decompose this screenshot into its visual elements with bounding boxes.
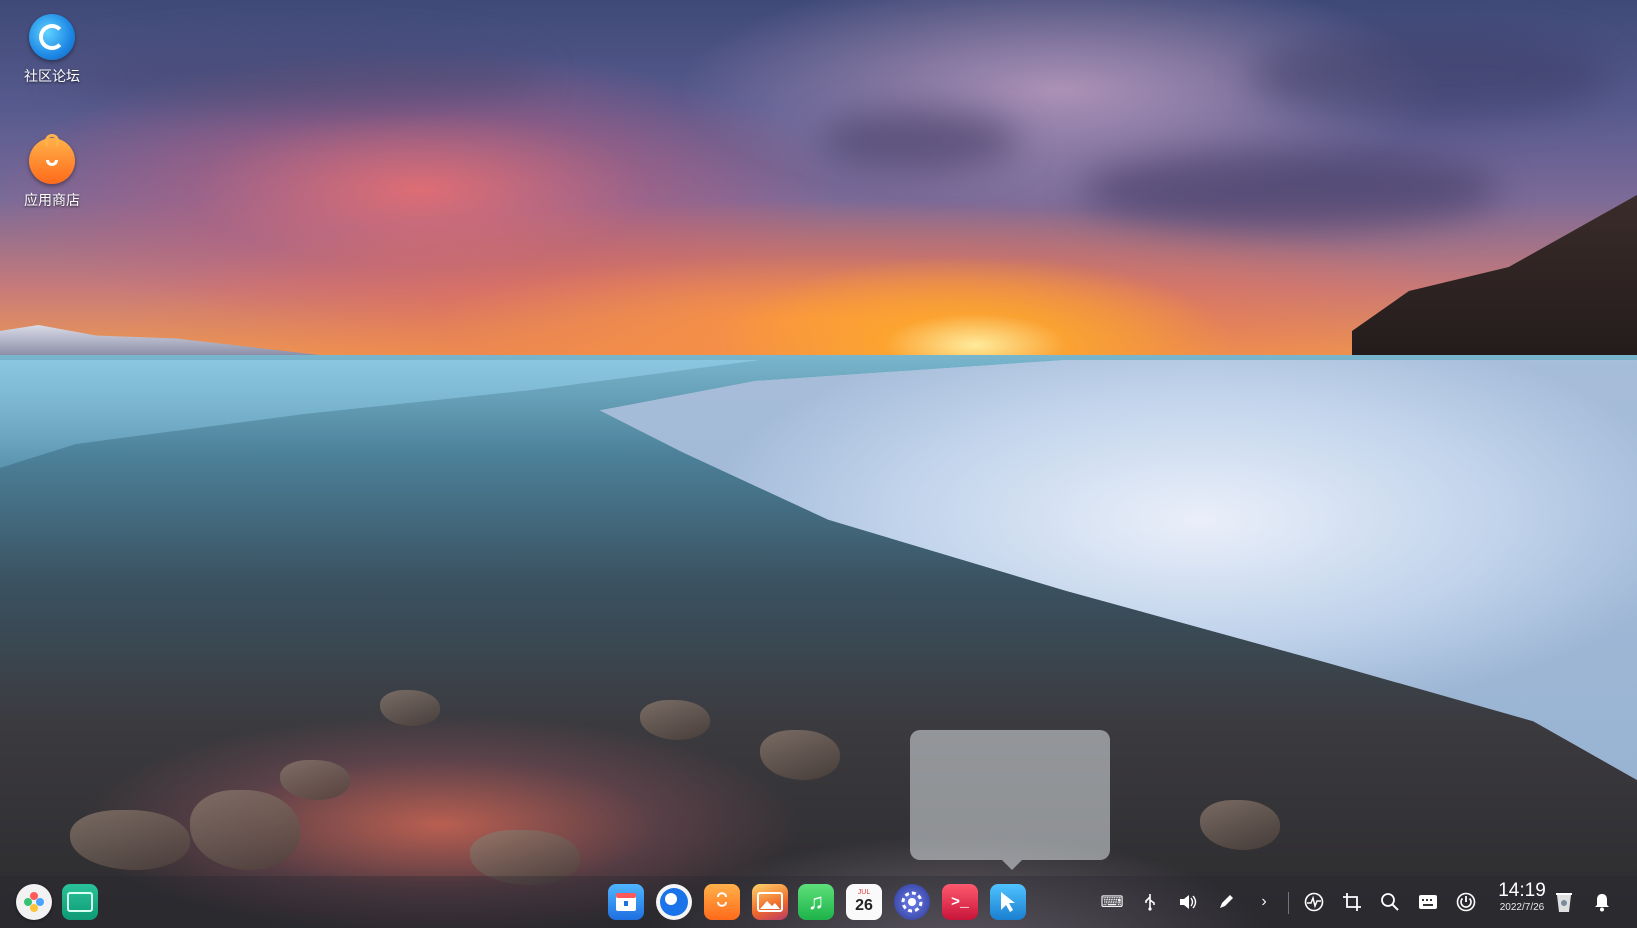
desktop-icon-label: 社区论坛 — [24, 68, 80, 84]
wallpaper-cloud — [1250, 30, 1610, 120]
screenshot-button[interactable] — [1338, 888, 1366, 916]
multitask-icon — [67, 892, 93, 912]
launcher-icon — [24, 892, 44, 912]
wallpaper-cloud — [1080, 150, 1500, 230]
monitor-icon — [1304, 892, 1324, 912]
music-button[interactable]: ♫ — [798, 884, 834, 920]
volume-button[interactable] — [1174, 888, 1202, 916]
terminal-icon: >_ — [950, 893, 969, 911]
app-store-button[interactable] — [704, 884, 740, 920]
desktop-icon-label: 应用商店 — [24, 192, 80, 208]
trash-button[interactable] — [1550, 888, 1578, 916]
keyboard-layout-button[interactable] — [1414, 888, 1442, 916]
desktop-icon-app-store[interactable]: 应用商店 — [7, 134, 97, 210]
file-manager-button[interactable] — [608, 884, 644, 920]
crop-icon — [1343, 893, 1361, 911]
image-viewer-button[interactable] — [752, 884, 788, 920]
search-button[interactable] — [1376, 888, 1404, 916]
search-icon — [1381, 893, 1399, 911]
wallpaper-cloud — [820, 110, 1020, 170]
launcher-button[interactable] — [16, 884, 52, 920]
deepin-forum-icon — [29, 14, 75, 60]
dock-hover-preview — [910, 730, 1110, 870]
file-manager-icon — [616, 893, 636, 911]
browser-icon — [660, 888, 688, 916]
power-button[interactable] — [1452, 888, 1480, 916]
app-store-icon — [29, 134, 75, 184]
screenshot-app-button[interactable] — [990, 884, 1026, 920]
photo-icon — [757, 892, 783, 912]
notification-button[interactable] — [1588, 888, 1616, 916]
control-center-button[interactable] — [894, 884, 930, 920]
pen-icon — [1220, 895, 1233, 908]
onboard-keyboard-button[interactable]: ⌨ — [1098, 888, 1126, 916]
desktop-wallpaper — [0, 0, 1637, 928]
clock-time: 14:19 — [1498, 880, 1546, 901]
keyboard-layout-icon — [1419, 895, 1437, 909]
browser-button[interactable] — [656, 884, 692, 920]
terminal-button[interactable]: >_ — [942, 884, 978, 920]
bell-icon — [1595, 894, 1609, 912]
calendar-icon: 26 — [855, 897, 873, 914]
multitask-view-button[interactable] — [62, 884, 98, 920]
music-icon: ♫ — [807, 889, 825, 914]
calendar-button[interactable]: JUL 26 — [846, 884, 882, 920]
pen-button[interactable] — [1212, 888, 1240, 916]
desktop-icon-forum[interactable]: 社区论坛 — [7, 14, 97, 86]
clock-date: 2022/7/26 — [1499, 902, 1545, 913]
settings-icon — [901, 891, 923, 913]
clock[interactable]: 14:19 2022/7/26 — [1490, 880, 1554, 914]
app-store-icon — [717, 892, 727, 907]
usb-button[interactable] — [1136, 888, 1164, 916]
dock: ♫ JUL 26 >_ ⌨ › 14:19 2022/7/26 — [0, 876, 1637, 928]
chevron-right-icon: › — [1261, 893, 1267, 910]
usb-icon — [1145, 894, 1155, 911]
tray-expand-button[interactable]: › — [1250, 888, 1278, 916]
system-monitor-button[interactable] — [1300, 888, 1328, 916]
tray-separator — [1288, 892, 1289, 914]
wallpaper-cloud — [60, 40, 540, 110]
calendar-month: JUL — [857, 889, 871, 896]
trash-icon — [1556, 893, 1572, 912]
keyboard-icon: ⌨ — [1100, 894, 1124, 911]
cursor-icon — [1001, 892, 1015, 912]
power-icon — [1456, 892, 1476, 912]
volume-icon — [1180, 895, 1197, 909]
